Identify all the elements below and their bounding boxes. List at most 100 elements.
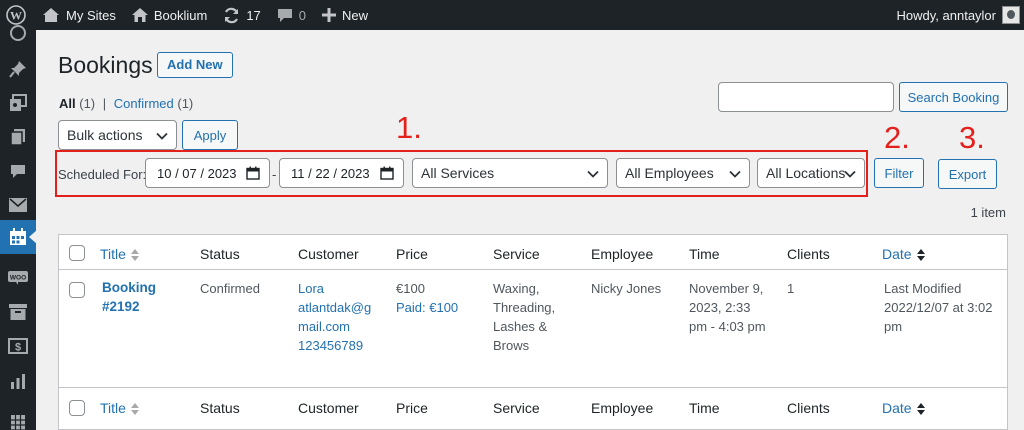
- howdy-label: Howdy, anntaylor: [896, 7, 996, 23]
- scheduled-for-label: Scheduled For:: [58, 167, 147, 182]
- customer-phone: 123456789: [298, 338, 364, 353]
- view-confirmed-count: (1): [177, 96, 194, 111]
- service-line: Brows: [493, 338, 530, 353]
- customer-name: Lora: [298, 281, 325, 296]
- bulk-actions-select[interactable]: Bulk actions: [58, 120, 177, 150]
- comments-icon[interactable]: [0, 154, 36, 188]
- table-row: Booking #2192 Confirmed Lora atlantdak@g…: [59, 270, 1007, 387]
- booking-employee: Nicky Jones: [591, 281, 662, 296]
- select-all-checkbox[interactable]: [69, 245, 85, 261]
- column-price-header: Price: [396, 246, 428, 262]
- pin-icon[interactable]: [0, 52, 36, 86]
- column-employee-header: Employee: [591, 246, 654, 262]
- dashboard-icon[interactable]: [0, 16, 36, 50]
- woo-icon[interactable]: WOO: [0, 261, 36, 295]
- customer-email-line: mail.com: [298, 319, 351, 334]
- search-input[interactable]: [718, 82, 894, 112]
- customer-email-line: atlantdak@g: [298, 300, 372, 315]
- date-line: Last Modified: [884, 281, 962, 296]
- my-account-menu[interactable]: Howdy, anntaylor: [897, 0, 1024, 30]
- services-value: All Services: [421, 165, 495, 181]
- export-button[interactable]: Export: [938, 159, 997, 189]
- home-icon: [131, 8, 148, 22]
- chart-icon[interactable]: [0, 364, 36, 398]
- comments-link[interactable]: 0: [269, 0, 314, 30]
- date-from-input[interactable]: 10 / 07 / 2023: [145, 158, 270, 188]
- bookings-table: Title Status Customer Price Service Empl…: [58, 234, 1008, 430]
- time-line: November 9,: [689, 281, 764, 296]
- filter-button[interactable]: Filter: [874, 158, 924, 188]
- booking-service: Waxing, Threading, Lashes & Brows: [493, 279, 555, 355]
- admin-bar: W My Sites Booklium 17 0 New Howdy, annt…: [0, 0, 1024, 30]
- service-line: Lashes &: [493, 319, 548, 334]
- search-booking-button[interactable]: Search Booking: [899, 82, 1008, 112]
- date-from-value: 10 / 07 / 2023: [157, 165, 237, 181]
- column-date-header[interactable]: Date: [882, 245, 925, 264]
- comment-bubble-icon: [277, 9, 292, 22]
- chevron-down-icon: [156, 132, 168, 140]
- booking-title-line: Booking: [102, 280, 156, 295]
- column-service-footer: Service: [493, 400, 540, 416]
- svg-text:WOO: WOO: [10, 275, 26, 282]
- booking-title-line: #2192: [102, 299, 140, 314]
- view-separator: |: [102, 96, 107, 111]
- column-price-footer: Price: [396, 400, 428, 416]
- chevron-down-icon: [844, 170, 856, 178]
- admin-sidebar: WOO $: [0, 25, 37, 430]
- view-confirmed-link[interactable]: Confirmed: [114, 96, 174, 111]
- archive-icon[interactable]: [0, 295, 36, 329]
- price-paid: Paid: €100: [396, 300, 459, 315]
- house-grid-icon: [43, 8, 59, 22]
- column-title-label: Title: [100, 246, 126, 262]
- calendar-picker-icon[interactable]: [380, 166, 394, 180]
- calendar-icon[interactable]: [0, 220, 37, 254]
- date-to-input[interactable]: 11 / 22 / 2023: [279, 158, 404, 188]
- updates-icon: [225, 7, 239, 23]
- services-select[interactable]: All Services: [412, 158, 608, 188]
- column-customer-header: Customer: [298, 246, 359, 262]
- avatar: [1002, 6, 1020, 24]
- column-title-header[interactable]: Title: [100, 245, 139, 264]
- column-title-footer[interactable]: Title: [100, 399, 139, 418]
- booking-status: Confirmed: [200, 281, 260, 296]
- column-employee-footer: Employee: [591, 400, 654, 416]
- column-date-footer[interactable]: Date: [882, 399, 925, 418]
- calendar-picker-icon[interactable]: [246, 166, 260, 180]
- booking-date: Last Modified 2022/12/07 at 3:02 pm: [884, 279, 992, 336]
- new-label: New: [342, 7, 369, 23]
- updates-link[interactable]: 17: [215, 0, 268, 30]
- row-checkbox[interactable]: [69, 282, 85, 298]
- time-line: pm - 4:03 pm: [689, 319, 766, 334]
- employees-value: All Employees: [625, 165, 714, 181]
- main-content: Bookings Add New All (1) | Confirmed (1)…: [36, 30, 1024, 430]
- grid-icon[interactable]: [0, 406, 36, 430]
- add-new-button[interactable]: Add New: [157, 52, 233, 78]
- date-range-separator: -: [272, 167, 277, 182]
- booking-clients: 1: [787, 281, 795, 296]
- annotation-1: 1.: [396, 110, 422, 145]
- locations-select[interactable]: All Locations: [757, 158, 865, 188]
- column-clients-header: Clients: [787, 246, 830, 262]
- status-views: All (1) | Confirmed (1): [59, 96, 193, 111]
- plus-icon: [322, 8, 337, 22]
- booking-title-link[interactable]: Booking #2192: [102, 278, 156, 316]
- booking-price: €100 Paid: €100: [396, 279, 458, 317]
- mail-icon[interactable]: [0, 188, 36, 222]
- money-icon[interactable]: $: [0, 329, 36, 363]
- bulk-actions-value: Bulk actions: [67, 127, 143, 143]
- employees-select[interactable]: All Employees: [616, 158, 750, 188]
- site-name-menu[interactable]: Booklium: [124, 0, 215, 30]
- item-count: 1 item: [970, 205, 1006, 220]
- media-icon[interactable]: [0, 86, 36, 120]
- customer-info[interactable]: Lora atlantdak@g mail.com 123456789: [298, 279, 371, 355]
- select-all-checkbox-footer[interactable]: [69, 400, 85, 416]
- page-title: Bookings: [58, 52, 153, 78]
- column-title-label: Title: [100, 400, 126, 416]
- new-content-menu[interactable]: New: [314, 0, 376, 30]
- view-all-link[interactable]: All: [59, 96, 76, 111]
- my-sites-menu[interactable]: My Sites: [34, 0, 124, 30]
- updates-count: 17: [246, 7, 261, 23]
- apply-button[interactable]: Apply: [182, 120, 238, 150]
- pages-icon[interactable]: [0, 120, 36, 154]
- annotation-3: 3.: [959, 120, 985, 155]
